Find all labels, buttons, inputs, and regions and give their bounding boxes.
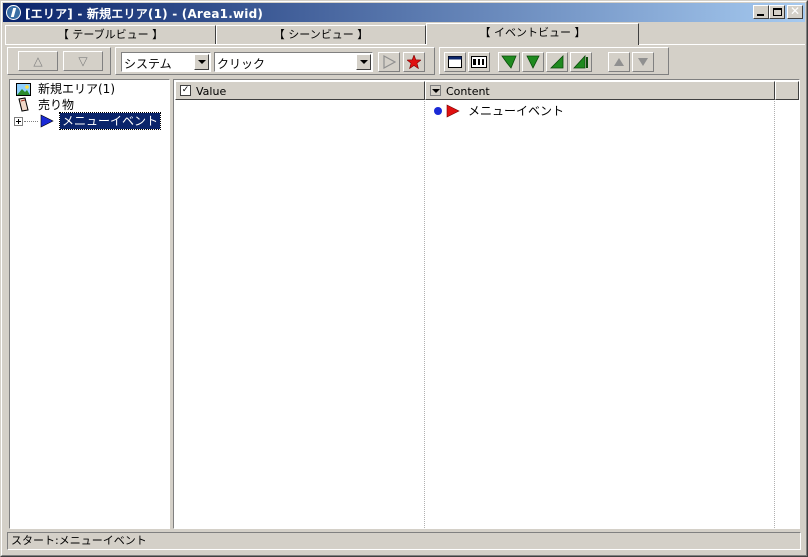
- chevron-down-icon[interactable]: [194, 54, 209, 70]
- tree-item-label: メニューイベント: [58, 112, 162, 130]
- action-select[interactable]: クリック: [214, 52, 373, 72]
- minimize-icon: [757, 14, 764, 16]
- column-header-label: Content: [446, 85, 490, 98]
- bullet-icon: [434, 107, 442, 115]
- triangle-icon: [550, 55, 564, 69]
- window-icon: [448, 56, 462, 68]
- row-content-text: メニューイベント: [468, 104, 565, 118]
- tree-connector: [24, 121, 38, 122]
- move-up-icon: [614, 58, 624, 66]
- tab-table-view[interactable]: 【 テーブルビュー 】: [5, 25, 216, 44]
- toolbar-group-edit: [439, 47, 669, 75]
- close-button[interactable]: ✕: [787, 4, 803, 19]
- action-select-value: クリック: [217, 57, 266, 71]
- play-triangle-icon: [40, 114, 54, 128]
- flag-add-button[interactable]: [498, 52, 520, 72]
- delete-button[interactable]: [403, 52, 425, 72]
- text-field-button[interactable]: [468, 52, 490, 72]
- delete-star-icon: [407, 55, 421, 69]
- event-grid[interactable]: ✓ Value Content メニューイベント: [173, 79, 800, 529]
- next-button[interactable]: ▽: [63, 51, 103, 71]
- status-bar: スタート:メニューイベント: [7, 532, 801, 550]
- application-window: [エリア] - 新規エリア(1) - (Area1.wid) ✕ 【 テーブルビ…: [0, 0, 808, 557]
- toolbar-group-event: システム クリック: [115, 47, 435, 75]
- expand-toggle[interactable]: [14, 117, 23, 126]
- tree-item-label: 売り物: [38, 98, 75, 112]
- title-bar[interactable]: [エリア] - 新規エリア(1) - (Area1.wid) ✕: [3, 3, 805, 22]
- triangle-up-icon: △: [33, 54, 43, 68]
- chevron-down-icon[interactable]: [430, 85, 441, 96]
- tab-event-view[interactable]: 【 イベントビュー 】: [426, 23, 639, 45]
- flag-icon: [526, 55, 540, 69]
- value-checkbox[interactable]: ✓: [180, 85, 191, 96]
- minimize-button[interactable]: [753, 5, 769, 19]
- column-header-content[interactable]: Content: [425, 81, 775, 100]
- flag-button[interactable]: [522, 52, 544, 72]
- column-divider: [774, 101, 775, 528]
- tree-pane[interactable]: 新規エリア(1) 売り物 メニューイベント: [9, 79, 170, 529]
- maximize-button[interactable]: [769, 5, 785, 19]
- flag-stack-button[interactable]: [570, 52, 592, 72]
- tab-scene-view[interactable]: 【 シーンビュー 】: [216, 25, 426, 44]
- toolbar: △ ▽ システム クリック: [7, 47, 805, 77]
- window-title: [エリア] - 新規エリア(1) - (Area1.wid): [25, 7, 264, 21]
- triangle-button[interactable]: [546, 52, 568, 72]
- move-down-button[interactable]: [632, 52, 654, 72]
- chevron-down-icon[interactable]: [356, 54, 371, 70]
- column-header-label: Value: [196, 85, 227, 98]
- flag-right-icon: [446, 104, 460, 118]
- flag-stack-icon: [573, 55, 588, 69]
- toolbar-group-nav: △ ▽: [7, 47, 111, 75]
- prev-button[interactable]: △: [18, 51, 58, 71]
- column-divider: [424, 101, 425, 528]
- move-up-button[interactable]: [608, 52, 630, 72]
- category-select[interactable]: システム: [121, 52, 211, 72]
- app-icon[interactable]: [6, 5, 21, 20]
- text-field-icon: [471, 56, 487, 68]
- item-tag-icon: [18, 97, 29, 112]
- tabs-divider: [5, 44, 805, 45]
- tree-item-label: 新規エリア(1): [38, 82, 115, 96]
- category-select-value: システム: [124, 57, 172, 71]
- play-outline-icon: [383, 55, 396, 69]
- run-button[interactable]: [378, 52, 400, 72]
- view-tabs: 【 テーブルビュー 】 【 シーンビュー 】 【 イベントビュー 】: [5, 23, 805, 45]
- maximize-icon: [773, 8, 782, 16]
- window-button[interactable]: [444, 52, 466, 72]
- move-down-icon: [638, 58, 648, 66]
- flag-add-icon: [501, 55, 517, 69]
- close-icon: ✕: [790, 4, 801, 18]
- column-header-filler: [775, 81, 799, 100]
- picture-icon: [16, 83, 31, 96]
- triangle-down-icon: ▽: [78, 54, 88, 68]
- column-header-value[interactable]: ✓ Value: [175, 81, 425, 100]
